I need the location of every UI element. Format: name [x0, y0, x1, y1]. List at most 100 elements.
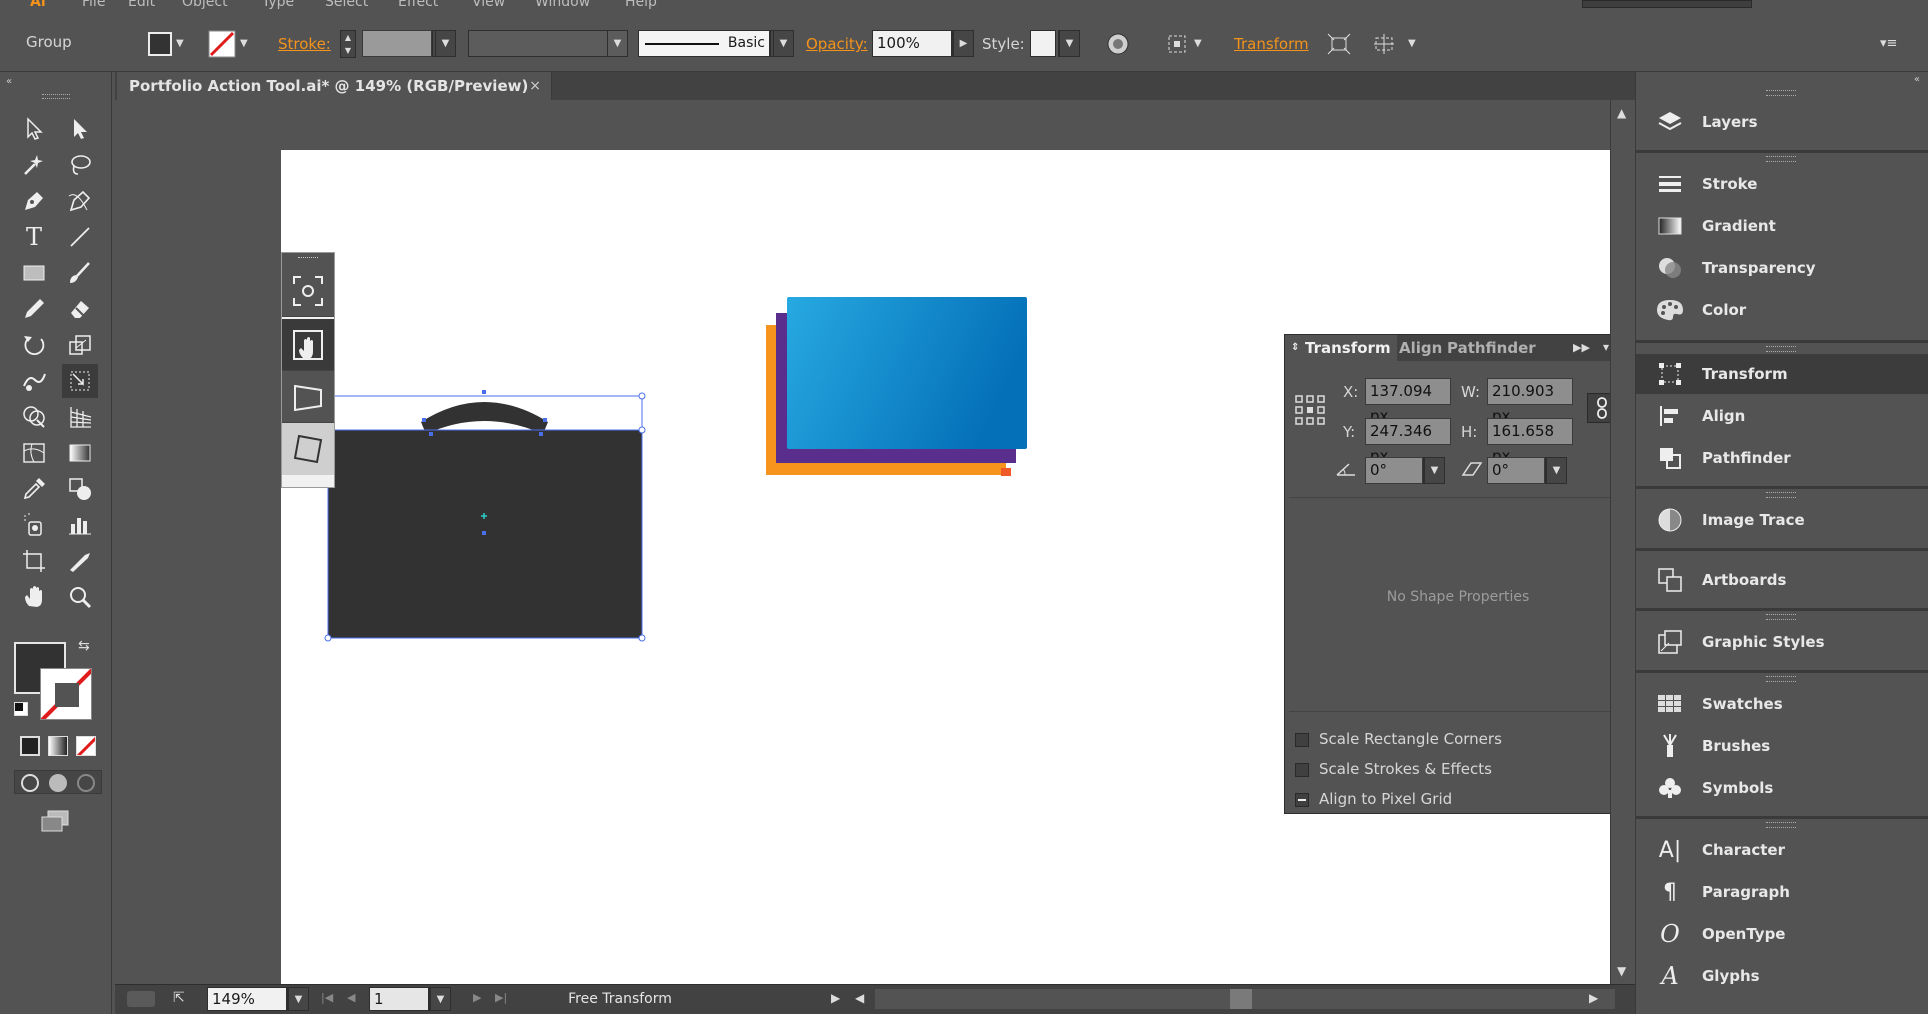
panel-grip[interactable] [1766, 492, 1796, 498]
menu-file[interactable]: File [82, 0, 105, 10]
graphic-style-dropdown[interactable]: ▼ [1058, 30, 1080, 57]
color-mode-button[interactable] [20, 736, 40, 756]
dock-pathfinder[interactable]: Pathfinder [1636, 438, 1928, 478]
dock-graphic-styles[interactable]: Graphic Styles [1636, 622, 1928, 662]
dock-brushes[interactable]: Brushes [1636, 726, 1928, 766]
panel-grip[interactable] [1766, 346, 1796, 352]
scroll-right-icon[interactable]: ▶ [1589, 991, 1598, 1005]
dock-transform[interactable]: Transform [1636, 354, 1928, 394]
pencil-tool[interactable] [16, 292, 52, 326]
menu-type[interactable]: Type [262, 0, 294, 10]
shear-dropdown[interactable]: ▼ [1545, 457, 1567, 484]
fill-swatch-control[interactable]: ▼ [146, 30, 194, 58]
reference-point-locator[interactable] [1295, 395, 1325, 425]
scale-rectangle-corners-checkbox[interactable] [1295, 733, 1309, 747]
chevron-down-icon[interactable]: ▼ [1194, 38, 1202, 49]
brush-definition-field[interactable]: Basic [638, 30, 770, 57]
height-field[interactable]: 161.658 px [1487, 418, 1573, 465]
screen-mode-button[interactable] [40, 810, 70, 832]
panel-grip[interactable] [1766, 156, 1796, 162]
horizontal-scroll-thumb[interactable] [1230, 989, 1252, 1009]
hand-tool[interactable] [16, 580, 52, 614]
gpu-performance-icon[interactable] [127, 991, 155, 1007]
status-menu-icon[interactable]: ▶ [831, 991, 840, 1005]
dock-swatches[interactable]: Swatches [1636, 684, 1928, 724]
perspective-distort-button[interactable] [282, 371, 334, 423]
dock-layers[interactable]: Layers [1636, 102, 1928, 142]
previous-artboard-icon[interactable]: ◀ [347, 991, 355, 1004]
none-mode-button[interactable] [76, 736, 96, 756]
menu-window[interactable]: Window [535, 0, 590, 10]
recolor-artwork-icon[interactable] [1106, 32, 1130, 56]
widget-grip[interactable] [282, 253, 334, 265]
opacity-label[interactable]: Opacity: [806, 35, 868, 53]
briefcase-handle[interactable] [421, 402, 548, 434]
lasso-tool[interactable] [62, 148, 98, 182]
eraser-tool[interactable] [62, 292, 98, 326]
magic-wand-tool[interactable] [16, 148, 52, 182]
dock-artboards[interactable]: Artboards [1636, 560, 1928, 600]
collapse-icon[interactable]: « [6, 76, 12, 87]
tab-transform[interactable]: ⇕ Transform [1285, 335, 1397, 361]
card-blue[interactable] [787, 297, 1027, 449]
rotate-tool[interactable] [16, 328, 52, 362]
share-icon[interactable]: ⇱ [173, 990, 185, 1006]
chevron-down-icon[interactable]: ▼ [1408, 38, 1416, 49]
expand-icon[interactable]: ▶▶ [1573, 341, 1590, 354]
dock-paragraph[interactable]: ¶ Paragraph [1636, 872, 1928, 912]
panel-grip[interactable] [42, 94, 70, 99]
gradient-mode-button[interactable] [48, 736, 68, 756]
canvas-area[interactable]: ⇕ Transform Align Pathfinder ▶▶ ▾≡ X: 13… [115, 100, 1610, 984]
dock-character[interactable]: A| Character [1636, 830, 1928, 870]
draw-normal-icon[interactable] [21, 774, 39, 792]
free-transform-mode-button[interactable] [282, 319, 334, 371]
warp-tool[interactable] [16, 364, 52, 398]
menu-select[interactable]: Select [325, 0, 368, 10]
first-artboard-icon[interactable]: |◀ [321, 991, 333, 1004]
tab-pathfinder[interactable]: Pathfinder [1447, 335, 1536, 361]
scroll-up-icon[interactable]: ▲ [1617, 106, 1626, 120]
eyedropper-tool[interactable] [16, 472, 52, 506]
artboard-dropdown[interactable]: ▼ [429, 987, 451, 1011]
stroke-color-box[interactable] [40, 668, 92, 720]
zoom-tool[interactable] [62, 580, 98, 614]
draw-behind-icon[interactable] [49, 774, 67, 792]
scale-tool[interactable] [62, 328, 98, 362]
panel-grip[interactable] [1766, 614, 1796, 620]
curvature-tool[interactable] [62, 184, 98, 218]
search-field[interactable] [1582, 0, 1752, 8]
horizontal-scrollbar[interactable] [875, 989, 1615, 1009]
control-bar-menu-icon[interactable]: ▾≡ [1880, 36, 1897, 51]
constrain-button[interactable] [282, 265, 334, 317]
direct-selection-tool[interactable] [62, 112, 98, 146]
opacity-field[interactable]: 100% [872, 30, 952, 57]
x-field[interactable]: 137.094 px [1365, 378, 1451, 425]
document-tab[interactable]: Portfolio Action Tool.ai* @ 149% (RGB/Pr… [117, 72, 552, 100]
swap-fill-stroke-icon[interactable]: ⇆ [78, 638, 90, 654]
menu-effect[interactable]: Effect [398, 0, 438, 10]
scroll-left-icon[interactable]: ◀ [855, 991, 864, 1005]
align-to-pixel-grid-checkbox[interactable] [1295, 793, 1309, 807]
rotate-field[interactable]: 0° [1365, 457, 1423, 484]
stroke-label[interactable]: Stroke: [278, 35, 331, 53]
mesh-tool[interactable] [16, 436, 52, 470]
perspective-grid-tool[interactable] [62, 400, 98, 434]
reference-point[interactable] [482, 531, 486, 535]
collapse-icon[interactable]: « [1914, 74, 1920, 85]
zoom-dropdown[interactable]: ▼ [287, 987, 309, 1011]
stroke-weight-dropdown[interactable]: ▼ [432, 30, 456, 57]
graphic-style-swatch[interactable] [1030, 30, 1056, 57]
pen-tool[interactable] [16, 184, 52, 218]
next-artboard-icon[interactable]: ▶ [473, 991, 481, 1004]
scale-strokes-effects-checkbox[interactable] [1295, 763, 1309, 777]
y-field[interactable]: 247.346 px [1365, 418, 1451, 465]
menu-object[interactable]: Object [182, 0, 228, 10]
dock-align[interactable]: Align [1636, 396, 1928, 436]
transform-link[interactable]: Transform [1234, 35, 1309, 53]
menu-edit[interactable]: Edit [128, 0, 155, 10]
type-tool[interactable]: T [16, 220, 52, 254]
constrain-proportions-button[interactable] [1587, 393, 1610, 423]
shear-field[interactable]: 0° [1487, 457, 1545, 484]
close-tab-icon[interactable]: × [529, 72, 541, 100]
free-transform-tool[interactable] [62, 364, 98, 398]
